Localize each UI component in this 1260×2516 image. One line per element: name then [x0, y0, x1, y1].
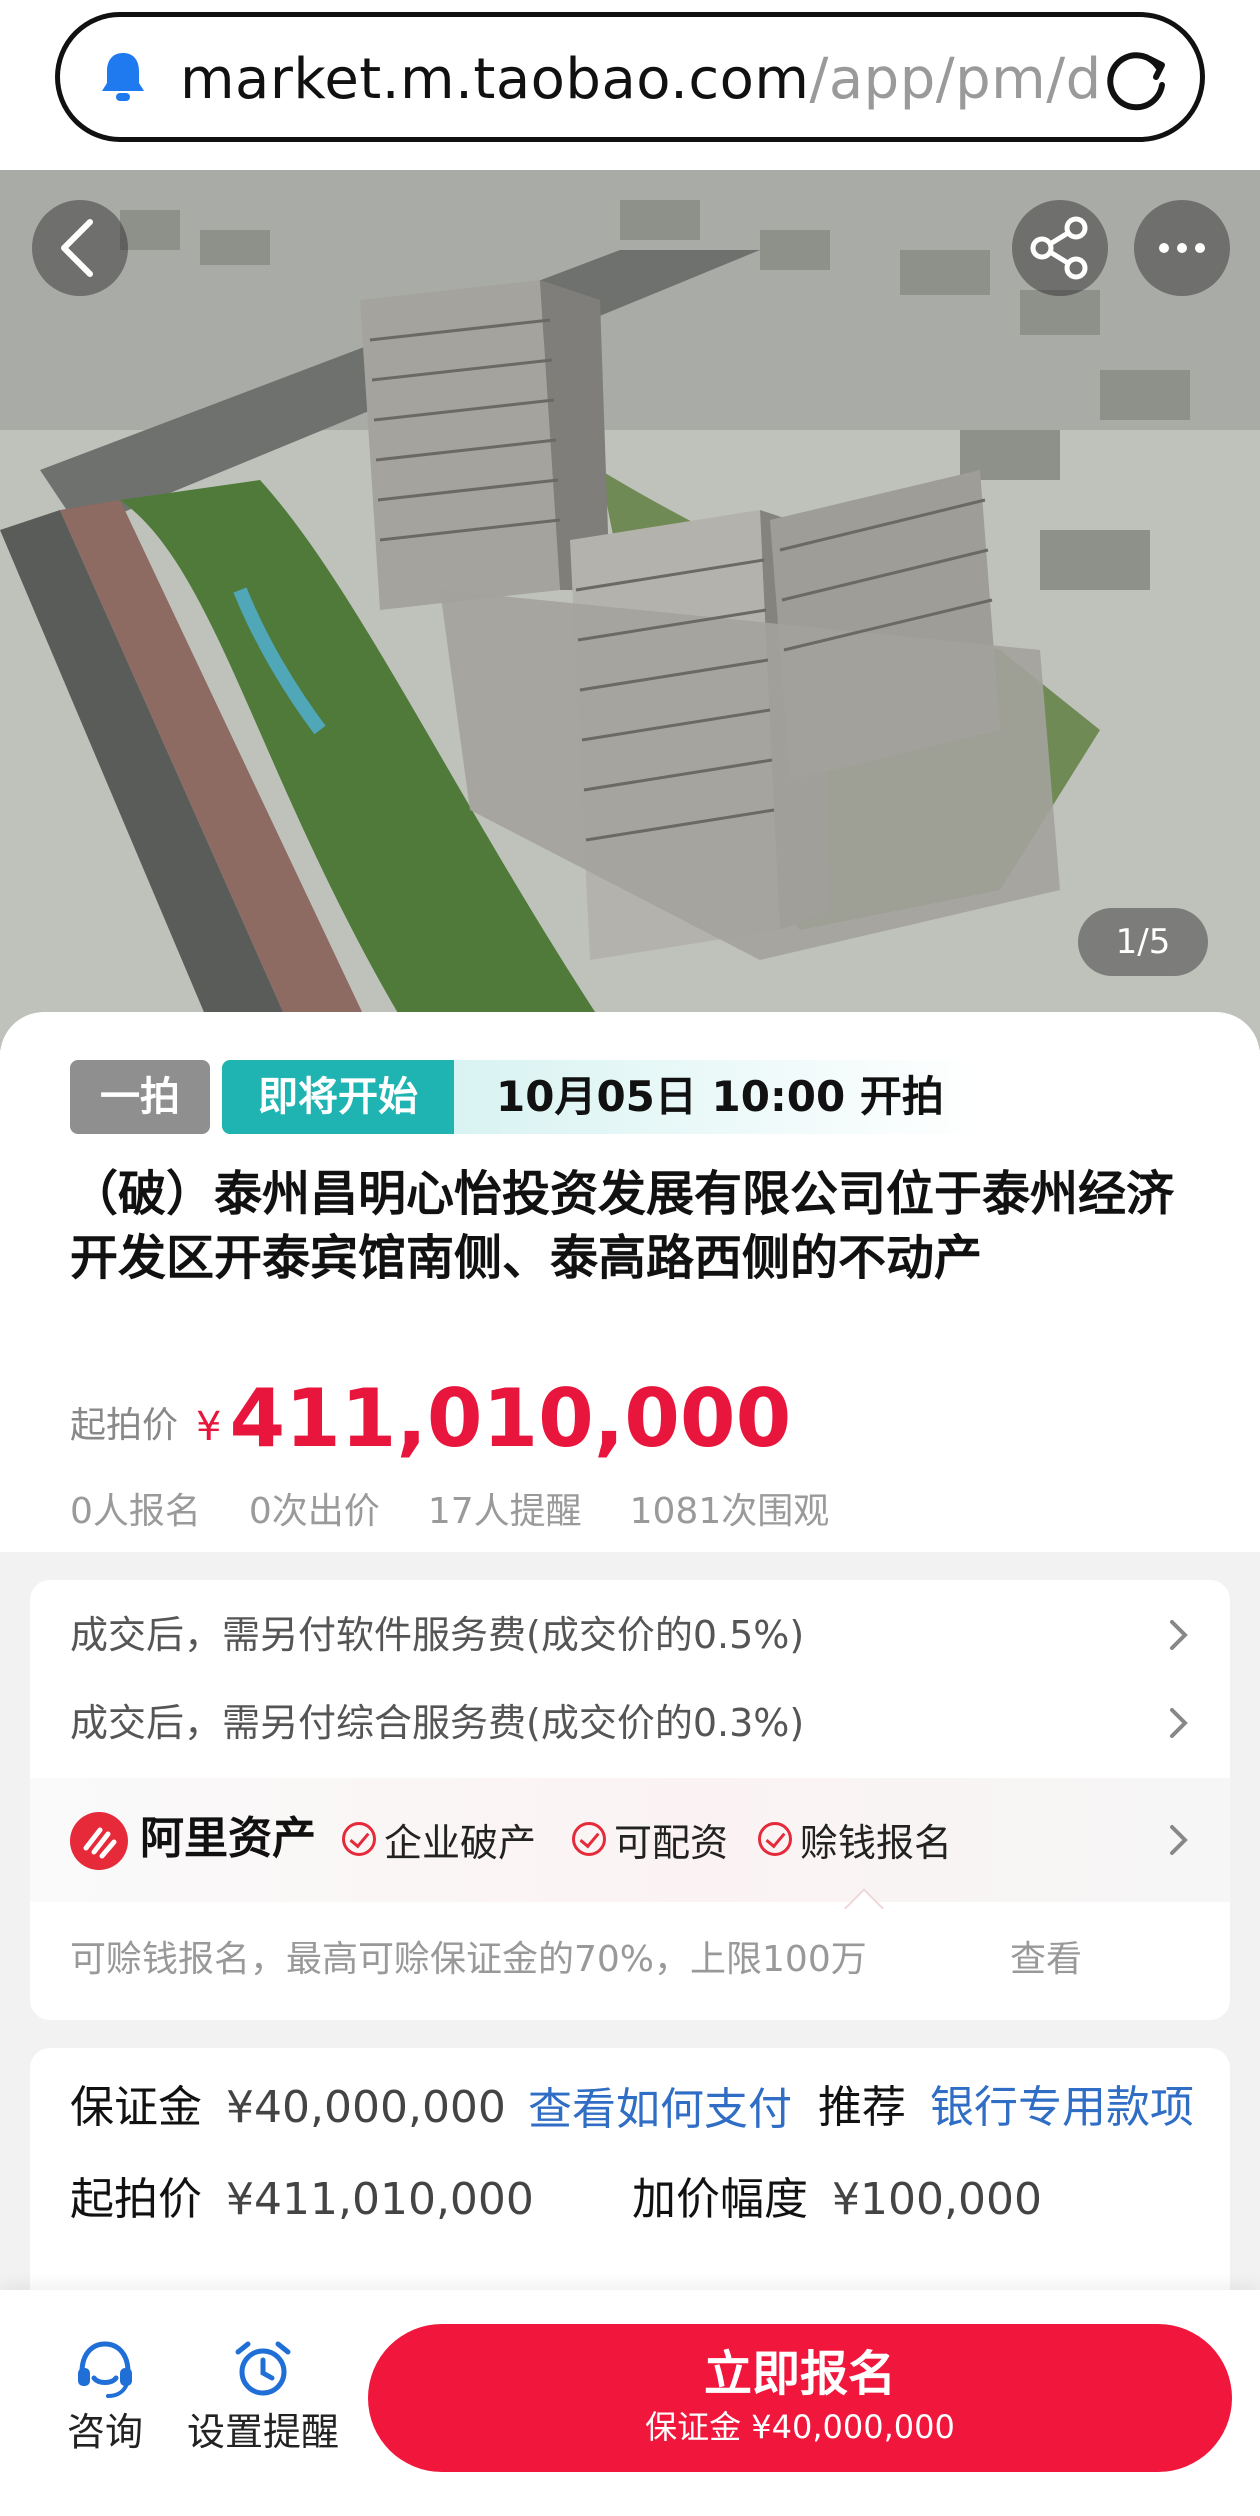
fee-card: 成交后，需另付软件服务费(成交价的0.5%) 成交后，需另付综合服务费(成交价的… — [30, 1580, 1230, 2020]
bid-count: 0次出价 — [248, 1491, 380, 1532]
reminder-count: 17人提醒 — [427, 1491, 582, 1532]
alarm-clock-icon — [235, 2341, 291, 2396]
headset-icon — [78, 2341, 132, 2398]
back-arrow-icon — [61, 219, 93, 277]
check-circle-icon — [758, 1822, 792, 1856]
check-circle-icon — [572, 1822, 606, 1856]
ali-tag-credit-signup: 赊钱报名 — [758, 1806, 952, 1872]
more-button[interactable] — [1134, 200, 1230, 296]
check-circle-icon — [342, 1822, 376, 1856]
increment-row: 加价幅度 ¥100,000 — [632, 2170, 1042, 2230]
share-icon — [1030, 216, 1088, 280]
ali-brand: 阿里资产 — [140, 1813, 316, 1864]
price-row: 起拍价 ¥ 411,010,000 — [70, 1374, 791, 1464]
price-label: 起拍价 — [70, 1405, 179, 1446]
auction-stats: 0人报名 0次出价 17人提醒 1081次围观 — [70, 1482, 877, 1534]
bell-icon[interactable] — [98, 49, 148, 105]
photo-counter: 1/5 — [1078, 908, 1208, 976]
how-to-pay-link[interactable]: 查看如何支付 — [528, 2080, 792, 2140]
ali-assets-row[interactable]: 阿里资产 企业破产 可配资 赊钱报名 — [30, 1778, 1230, 1902]
browser-top-bar: market.m.taobao.com/app/pm/dzcw — [0, 0, 1260, 170]
start-price-label: 起拍价 — [70, 2174, 202, 2225]
chevron-right-icon — [1170, 1825, 1188, 1855]
ali-logo-icon — [70, 1812, 128, 1870]
register-now-button[interactable]: 立即报名 保证金 ¥40,000,000 — [368, 2324, 1232, 2472]
chevron-right-icon — [1170, 1708, 1188, 1738]
consult-button[interactable]: 咨询 — [20, 2338, 190, 2456]
consult-label: 咨询 — [66, 2410, 143, 2454]
register-now-label: 立即报名 — [703, 2346, 896, 2402]
start-price-row: 起拍价 ¥411,010,000 — [70, 2170, 534, 2230]
aerial-photo-illustration — [0, 170, 1260, 1050]
bank-account-link[interactable]: 银行专用款项 — [930, 2078, 1194, 2138]
view-link[interactable]: 查看 — [1010, 1932, 1082, 1988]
reminder-label: 设置提醒 — [186, 2410, 339, 2454]
ali-tag-bankruptcy: 企业破产 — [342, 1806, 536, 1872]
address-bar[interactable]: market.m.taobao.com/app/pm/dzcw — [55, 12, 1205, 142]
more-icon — [1159, 243, 1205, 253]
auction-info-card: 一拍 即将开始 10月05日 10:00 开拍 （破）泰州昌明心怡投资发展有限公… — [0, 1012, 1260, 1552]
view-count: 1081次围观 — [629, 1491, 830, 1532]
bottom-action-bar: 咨询 设置提醒 立即报名 保证金 ¥40,000,000 — [0, 2290, 1260, 2516]
chevron-right-icon — [1170, 1620, 1188, 1650]
url-path: /app/pm/dzcw — [809, 47, 1100, 112]
registered-count: 0人报名 — [70, 1491, 201, 1532]
ali-tag-label: 赊钱报名 — [800, 1820, 953, 1865]
property-photo[interactable]: 1/5 — [0, 170, 1260, 1050]
ali-tag-financing: 可配资 — [572, 1806, 728, 1872]
increment-value: ¥100,000 — [832, 2174, 1042, 2225]
url-text[interactable]: market.m.taobao.com/app/pm/dzcw — [180, 45, 1100, 115]
start-time: 10月05日 10:00 开拍 — [454, 1060, 1074, 1134]
reload-icon[interactable] — [1102, 45, 1172, 115]
auction-title: （破）泰州昌明心怡投资发展有限公司位于泰州经济开发区开泰宾馆南侧、泰高路西侧的不… — [70, 1166, 1175, 1286]
auction-tags: 一拍 即将开始 10月05日 10:00 开拍 — [70, 1060, 1074, 1134]
ali-tag-label: 企业破产 — [384, 1820, 537, 1865]
url-host: market.m.taobao.com — [180, 47, 810, 112]
deposit-card: 保证金 ¥40,000,000 查看如何支付 推荐 银行专用款项 起拍价 ¥411,… — [30, 2048, 1230, 2328]
deposit-label: 保证金 — [70, 2082, 202, 2133]
credit-signup-note: 可赊钱报名，最高可赊保证金的70%，上限100万 — [70, 1939, 867, 1980]
service-fee-text: 成交后，需另付综合服务费(成交价的0.3%) — [70, 1701, 805, 1745]
price-currency: ¥ — [196, 1404, 222, 1450]
set-reminder-button[interactable]: 设置提醒 — [178, 2338, 348, 2456]
status-tag: 即将开始 — [222, 1060, 454, 1134]
recommend-label: 推荐 — [818, 2082, 906, 2133]
increment-label: 加价幅度 — [632, 2174, 808, 2225]
deposit-value: ¥40,000,000 — [226, 2082, 506, 2133]
deposit-row: 保证金 ¥40,000,000 — [70, 2078, 506, 2138]
starting-price: 411,010,000 — [229, 1372, 792, 1465]
ali-tag-label: 可配资 — [614, 1820, 729, 1865]
share-button[interactable] — [1012, 200, 1108, 296]
register-deposit-note: 保证金 ¥40,000,000 — [645, 2408, 955, 2446]
software-fee-text: 成交后，需另付软件服务费(成交价的0.5%) — [70, 1613, 805, 1657]
software-fee-row[interactable]: 成交后，需另付软件服务费(成交价的0.5%) — [70, 1600, 1190, 1670]
round-tag: 一拍 — [70, 1060, 210, 1134]
service-fee-row[interactable]: 成交后，需另付综合服务费(成交价的0.3%) — [70, 1688, 1190, 1758]
back-button[interactable] — [32, 200, 128, 296]
start-price-value: ¥411,010,000 — [226, 2174, 534, 2225]
